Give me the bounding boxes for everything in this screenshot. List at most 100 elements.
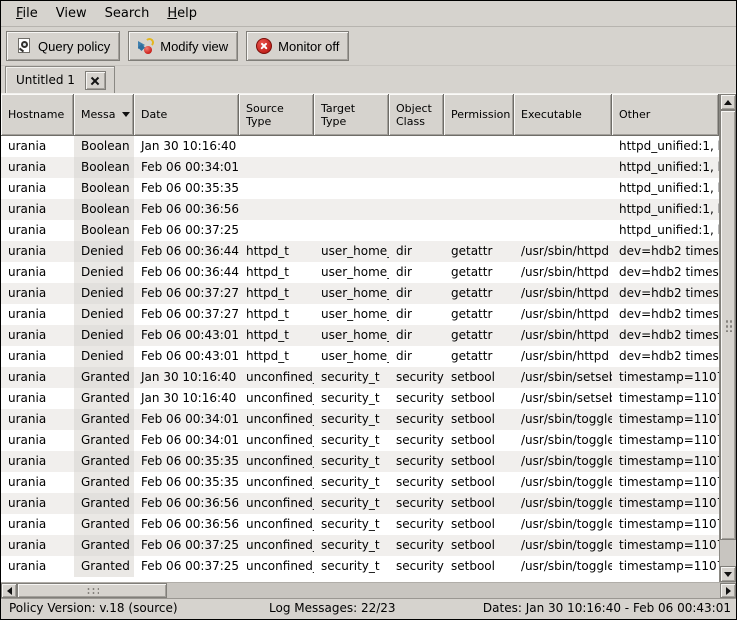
table-row[interactable]: uraniaGrantedFeb 06 00:34:01unconfined_s… (1, 430, 719, 451)
column-header-other[interactable]: Other (612, 94, 719, 136)
toolbar: Query policy Modify view Monitor off (1, 27, 736, 66)
cell-date: Jan 30 10:16:40 (134, 367, 239, 388)
cell-permission (444, 220, 514, 241)
menu-search[interactable]: Search (96, 3, 159, 24)
cell-target-type: user_home_ (314, 304, 389, 325)
table-row[interactable]: uraniaGrantedFeb 06 00:35:35unconfined_s… (1, 472, 719, 493)
monitor-off-button[interactable]: Monitor off (246, 31, 349, 61)
cell-messa: Granted (74, 556, 134, 577)
table-row[interactable]: uraniaBooleanFeb 06 00:35:35httpd_unifie… (1, 178, 719, 199)
column-header-date[interactable]: Date (134, 94, 239, 136)
cell-executable: /usr/sbin/toggle (514, 556, 612, 577)
table-row[interactable]: uraniaBooleanJan 30 10:16:40httpd_unifie… (1, 136, 719, 157)
scroll-left-button[interactable] (1, 583, 17, 598)
table-row[interactable]: uraniaBooleanFeb 06 00:34:01httpd_unifie… (1, 157, 719, 178)
modify-view-button[interactable]: Modify view (128, 31, 238, 61)
cell-messa: Boolean (74, 136, 134, 157)
cell-target-type: security_t (314, 472, 389, 493)
cell-target-type: security_t (314, 409, 389, 430)
cell-executable: /usr/sbin/httpd (514, 346, 612, 367)
column-header-permission[interactable]: Permission (444, 94, 514, 136)
column-header-executable[interactable]: Executable (514, 94, 612, 136)
table-row[interactable]: uraniaDeniedFeb 06 00:37:27httpd_tuser_h… (1, 283, 719, 304)
cell-source-type: unconfined_ (239, 514, 314, 535)
cell-other: timestamp=11076 (612, 451, 719, 472)
scroll-up-button[interactable] (720, 94, 736, 110)
scrollbar-grip-icon (86, 587, 99, 594)
cell-messa: Granted (74, 367, 134, 388)
cell-executable (514, 178, 612, 199)
cell-other: httpd_unified:1, h (612, 136, 719, 157)
cell-source-type: httpd_t (239, 325, 314, 346)
column-header-hostname[interactable]: Hostname (1, 94, 74, 136)
scroll-down-button[interactable] (720, 566, 736, 582)
table-row[interactable]: uraniaGrantedFeb 06 00:36:56unconfined_s… (1, 514, 719, 535)
cell-object-class (389, 199, 444, 220)
monitor-off-label: Monitor off (278, 39, 339, 54)
cell-hostname: urania (1, 157, 74, 178)
column-header-messa[interactable]: Messa (74, 94, 134, 136)
menu-view[interactable]: View (47, 3, 96, 24)
horizontal-scrollbar-thumb[interactable] (17, 583, 167, 598)
vertical-scrollbar-thumb[interactable] (720, 110, 736, 540)
table-row[interactable]: uraniaBooleanFeb 06 00:36:56httpd_unifie… (1, 199, 719, 220)
cell-date: Feb 06 00:37:25 (134, 535, 239, 556)
cell-object-class (389, 178, 444, 199)
cell-date: Feb 06 00:37:27 (134, 304, 239, 325)
query-policy-button[interactable]: Query policy (6, 31, 120, 61)
cell-object-class: security (389, 535, 444, 556)
cell-source-type (239, 199, 314, 220)
table-row[interactable]: uraniaGrantedFeb 06 00:36:56unconfined_s… (1, 493, 719, 514)
scroll-right-button[interactable] (720, 583, 736, 598)
cell-executable: /usr/sbin/setseb (514, 367, 612, 388)
cell-executable: /usr/sbin/setseb (514, 388, 612, 409)
vertical-scrollbar[interactable] (719, 94, 736, 582)
menu-help[interactable]: Help (158, 3, 206, 24)
cell-permission (444, 199, 514, 220)
cell-other: timestamp=11076 (612, 409, 719, 430)
cell-messa: Granted (74, 430, 134, 451)
cell-permission: getattr (444, 262, 514, 283)
table-row[interactable]: uraniaGrantedJan 30 10:16:40unconfined_s… (1, 367, 719, 388)
cell-other: httpd_unified:1, h (612, 157, 719, 178)
table-row[interactable]: uraniaDeniedFeb 06 00:43:01httpd_tuser_h… (1, 346, 719, 367)
cell-other: httpd_unified:1, h (612, 199, 719, 220)
cell-hostname: urania (1, 325, 74, 346)
cell-messa: Boolean (74, 199, 134, 220)
tab-close-button[interactable] (85, 71, 106, 90)
table-row[interactable]: uraniaBooleanFeb 06 00:37:25httpd_unifie… (1, 220, 719, 241)
cell-other: httpd_unified:1, h (612, 220, 719, 241)
table-row[interactable]: uraniaDeniedFeb 06 00:36:44httpd_tuser_h… (1, 241, 719, 262)
cell-hostname: urania (1, 367, 74, 388)
cell-other: timestamp=11076 (612, 535, 719, 556)
menu-file[interactable]: File (7, 3, 47, 24)
table-row[interactable]: uraniaGrantedJan 30 10:16:40unconfined_s… (1, 388, 719, 409)
column-header-object-class[interactable]: ObjectClass (389, 94, 444, 136)
cell-date: Feb 06 00:36:44 (134, 241, 239, 262)
cell-date: Feb 06 00:35:35 (134, 451, 239, 472)
table-row[interactable]: uraniaGrantedFeb 06 00:34:01unconfined_s… (1, 409, 719, 430)
table-row[interactable]: uraniaGrantedFeb 06 00:37:25unconfined_s… (1, 535, 719, 556)
column-header-target-type[interactable]: TargetType (314, 94, 389, 136)
cell-executable: /usr/sbin/toggle (514, 472, 612, 493)
cell-date: Feb 06 00:36:56 (134, 493, 239, 514)
cell-object-class: dir (389, 241, 444, 262)
table-row[interactable]: uraniaGrantedFeb 06 00:37:25unconfined_s… (1, 556, 719, 577)
horizontal-scrollbar[interactable] (1, 582, 736, 598)
table-row[interactable]: uraniaDeniedFeb 06 00:36:44httpd_tuser_h… (1, 262, 719, 283)
column-header-source-type[interactable]: SourceType (239, 94, 314, 136)
tab-untitled-1[interactable]: Untitled 1 (5, 66, 115, 93)
cell-object-class: security (389, 451, 444, 472)
table-row[interactable]: uraniaGrantedFeb 06 00:35:35unconfined_s… (1, 451, 719, 472)
cell-date: Feb 06 00:34:01 (134, 157, 239, 178)
cell-target-type (314, 220, 389, 241)
cell-permission: setbool (444, 535, 514, 556)
cell-target-type: security_t (314, 556, 389, 577)
cell-source-type: unconfined_ (239, 556, 314, 577)
cell-target-type: security_t (314, 367, 389, 388)
cell-permission: getattr (444, 346, 514, 367)
table-row[interactable]: uraniaDeniedFeb 06 00:37:27httpd_tuser_h… (1, 304, 719, 325)
query-policy-icon (16, 38, 33, 54)
table-row[interactable]: uraniaDeniedFeb 06 00:43:01httpd_tuser_h… (1, 325, 719, 346)
cell-object-class: dir (389, 262, 444, 283)
